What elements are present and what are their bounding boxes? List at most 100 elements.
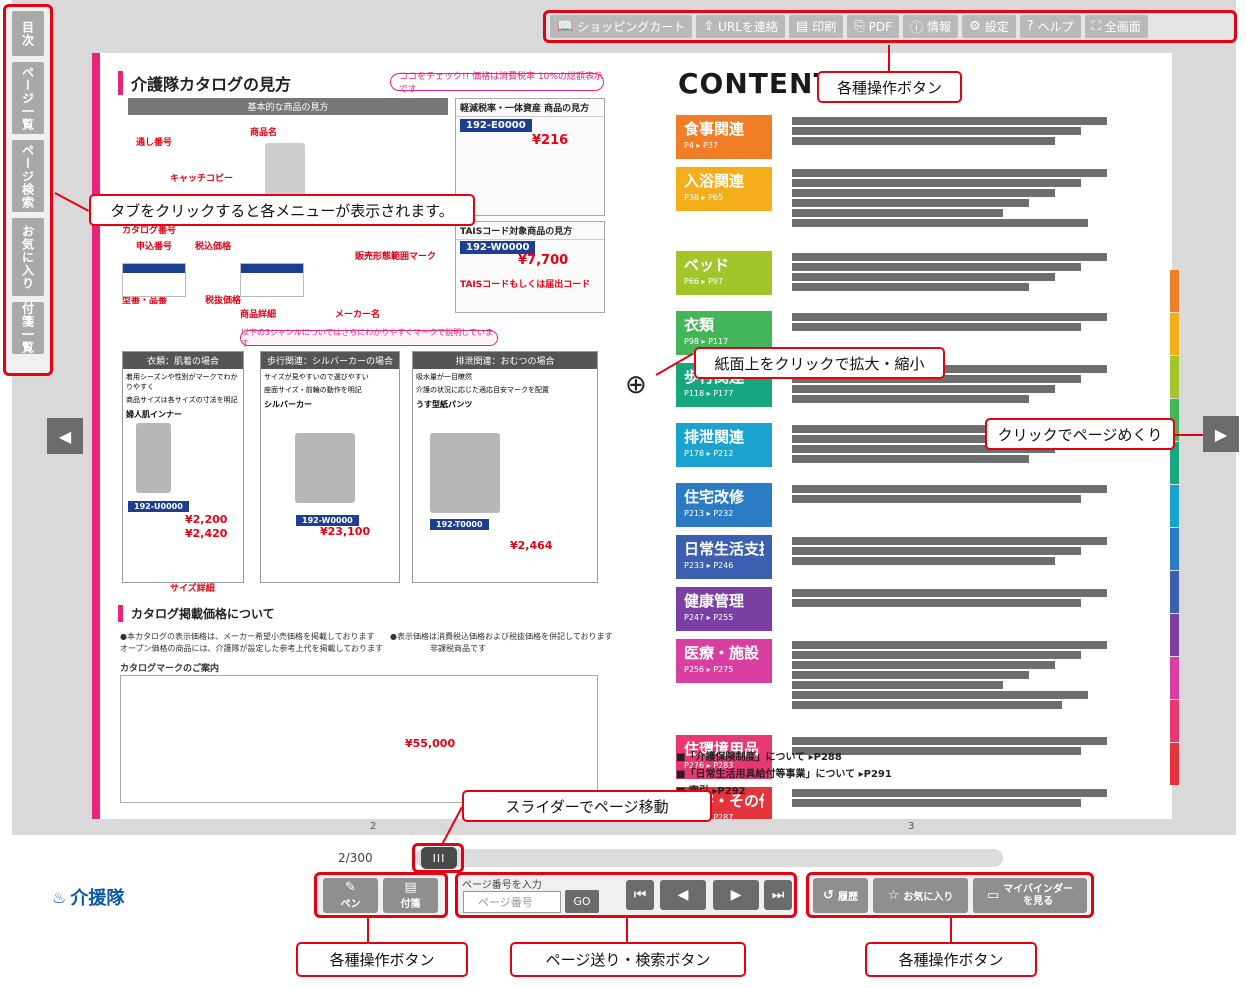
index-tab-10[interactable] (1170, 657, 1179, 699)
footer-line-1: ■「介護保険制度」について ▸P288 (676, 752, 842, 763)
category-2[interactable]: 入浴関連 P38 ▸ P65 (676, 167, 772, 211)
index-tab-9[interactable] (1170, 614, 1179, 656)
side-tab-1[interactable]: 目次 (12, 11, 44, 56)
category-pages: P66 ▸ P97 (684, 277, 724, 286)
toolbar-button-info[interactable]: ⓘ 情報 (903, 15, 959, 38)
prev-page-arrow[interactable]: ◀ (47, 418, 83, 454)
zoom-icon[interactable]: ⊕ (625, 370, 647, 400)
category-10[interactable]: 医療・施設 P256 ▸ P275 (676, 639, 772, 683)
category-item-line (792, 651, 1081, 659)
sticky-button[interactable]: ▤ 付箋 (383, 878, 438, 913)
go-button[interactable]: GO (565, 890, 599, 913)
history-button[interactable]: ↺ 履歴 (813, 878, 868, 913)
index-tab-7[interactable] (1170, 528, 1179, 570)
reduced-tax-panel: 軽減税率・一体資産 商品の見方 (455, 98, 605, 216)
toolbar-button-book[interactable]: 📖 ショッピングカート (550, 15, 693, 38)
label-tax-price: 税込価格 (195, 242, 232, 252)
callout-slider: スライダーでページ移動 (462, 790, 712, 822)
index-tab-12[interactable] (1170, 743, 1179, 785)
category-items (792, 787, 1162, 809)
category-6[interactable]: 排泄関連 P178 ▸ P212 (676, 423, 772, 467)
page-slider-thumb[interactable]: III (421, 847, 457, 869)
category-item-line (792, 385, 1055, 393)
category-8[interactable]: 日常生活支援 P233 ▸ P246 (676, 535, 772, 579)
category-pages: P98 ▸ P117 (684, 337, 729, 346)
callout-bottom-right: 各種操作ボタン (865, 942, 1037, 977)
price-7700: ¥7,700 (518, 253, 569, 268)
prev-page-button[interactable]: ◀ (660, 880, 706, 910)
category-item-line (792, 547, 1081, 555)
category-items (792, 311, 1162, 333)
mybinder-label: マイバインダー を見る (1003, 883, 1074, 907)
category-7[interactable]: 住宅改修 P213 ▸ P232 (676, 483, 772, 527)
toolbar-label: 全画面 (1104, 20, 1141, 34)
category-items (792, 587, 1162, 609)
pen-button[interactable]: ✎ ペン (323, 878, 378, 913)
toolbar-button-share[interactable]: ⇪ URLを連絡 (696, 15, 785, 38)
category-item-line (792, 599, 1081, 607)
category-pages: P38 ▸ P65 (684, 193, 724, 202)
category-items (792, 115, 1162, 147)
first-page-button[interactable]: ⏮ (626, 880, 654, 910)
index-tab-2[interactable] (1170, 313, 1179, 355)
toolbar-button-pdf[interactable]: ⎘ PDF (847, 15, 900, 38)
category-item-line (792, 273, 1055, 281)
price-line-2: オープン価格の商品には、介護隊が設定した参考上代を掲載しております (120, 644, 384, 653)
favorite-label: お気に入り (903, 892, 954, 903)
category-name: 健康管理 (684, 592, 745, 610)
toolbar-label: ヘルプ (1037, 20, 1074, 34)
index-tab-11[interactable] (1170, 700, 1179, 742)
toolbar-button-gear[interactable]: ⚙ 設定 (962, 15, 1016, 38)
gear-icon: ⚙ (969, 19, 981, 34)
sticky-label: 付箋 (400, 899, 421, 910)
next-page-arrow[interactable]: ▶ (1203, 416, 1239, 452)
category-item-line (792, 189, 1055, 197)
print-icon: ▤ (795, 19, 809, 34)
share-icon: ⇪ (703, 19, 715, 34)
side-tab-4[interactable]: お気に入り (12, 218, 44, 296)
category-1[interactable]: 食事関連 P4 ▸ P37 (676, 115, 772, 159)
category-item-line (792, 117, 1107, 125)
mybinder-button[interactable]: ▭ マイバインダー を見る (973, 878, 1087, 913)
history-icon: ↺ (823, 887, 834, 903)
inner-photo (136, 423, 171, 493)
category-items (792, 535, 1162, 567)
toolbar-button-fullscreen[interactable]: ⛶ 全画面 (1084, 15, 1148, 38)
label-detail: 商品詳細 (240, 310, 277, 320)
history-label: 履歴 (837, 892, 858, 903)
tais-header: TAISコード対象商品の見方 (456, 222, 604, 240)
index-tab-6[interactable] (1170, 485, 1179, 527)
left-page-title: 介護隊カタログの見方 (118, 71, 291, 95)
index-tab-8[interactable] (1170, 571, 1179, 613)
pdf-icon: ⎘ (854, 19, 865, 34)
book-icon: 📖 (557, 19, 574, 34)
code-e0000: 192-E0000 (460, 119, 532, 132)
next-page-button[interactable]: ▶ (713, 880, 759, 910)
example-card-2 (240, 263, 304, 297)
toolbar-label: 設定 (984, 20, 1009, 34)
panel-clothing-item: 婦人肌インナー (126, 410, 182, 419)
left-page[interactable]: 介護隊カタログの見方 ココをチェック!! 価格は消費税率 10%の総額表示です … (92, 53, 632, 819)
side-tab-2[interactable]: ページ一覧 (12, 62, 44, 134)
page-number-input[interactable]: ページ番号 (463, 891, 561, 913)
last-page-button[interactable]: ⏭ (764, 880, 792, 910)
index-tab-3[interactable] (1170, 356, 1179, 398)
panel-walking-head: 歩行関連：シルバーカーの場合 (261, 352, 399, 369)
side-tab-3[interactable]: ページ検索 (12, 140, 44, 212)
category-item-line (792, 589, 1107, 597)
category-9[interactable]: 健康管理 P247 ▸ P255 (676, 587, 772, 631)
category-item-line (792, 209, 1003, 217)
price-23100: ¥23,100 (320, 525, 371, 538)
category-3[interactable]: ベッド P66 ▸ P97 (676, 251, 772, 295)
mark-guide-title: カタログマークのご案内 (120, 664, 220, 674)
leader-page-turn (1175, 434, 1203, 436)
category-name: 住宅改修 (684, 488, 745, 506)
reduced-tax-header: 軽減税率・一体資産 商品の見方 (456, 99, 604, 117)
side-tab-5[interactable]: 付箋一覧 (12, 302, 44, 354)
page-slider-track[interactable] (415, 849, 1003, 867)
toolbar-button-help[interactable]: ? ヘルプ (1019, 15, 1081, 38)
index-tab-1[interactable] (1170, 270, 1179, 312)
toolbar-button-print[interactable]: ▤ 印刷 (788, 15, 844, 38)
price-2464: ¥2,464 (510, 539, 553, 552)
favorite-button[interactable]: ☆ お気に入り (873, 878, 968, 913)
